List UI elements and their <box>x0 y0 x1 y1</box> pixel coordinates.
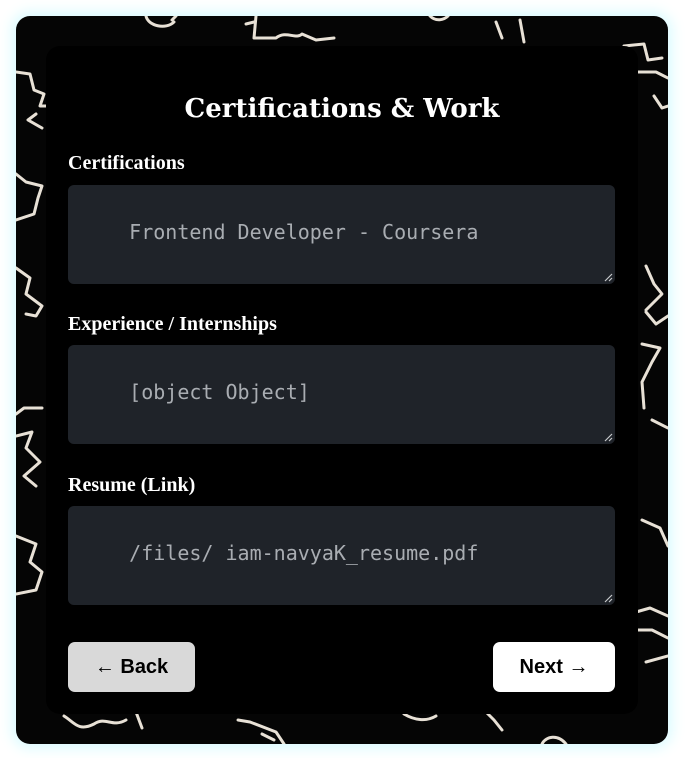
next-button[interactable]: Next → <box>493 642 615 692</box>
experience-textarea[interactable]: [object Object] <box>68 345 615 444</box>
resume-label: Resume (Link) <box>68 474 196 496</box>
resize-handle-icon[interactable] <box>603 432 613 442</box>
resize-handle-icon[interactable] <box>603 272 613 282</box>
form-container: Certifications & Work Certifications Fro… <box>16 16 668 744</box>
experience-placeholder: [object Object] <box>129 380 310 404</box>
resume-textarea[interactable]: /files/ iam-navyaK_resume.pdf <box>68 506 615 605</box>
page-title: Certifications & Work <box>184 94 500 124</box>
resume-placeholder: /files/ iam-navyaK_resume.pdf <box>129 541 479 565</box>
resize-handle-icon[interactable] <box>603 593 613 603</box>
certifications-placeholder: Frontend Developer - Coursera <box>129 220 479 244</box>
back-button[interactable]: ← Back <box>68 642 195 692</box>
experience-label: Experience / Internships <box>68 313 277 335</box>
certifications-textarea[interactable]: Frontend Developer - Coursera <box>68 185 615 284</box>
certifications-label: Certifications <box>68 152 185 174</box>
